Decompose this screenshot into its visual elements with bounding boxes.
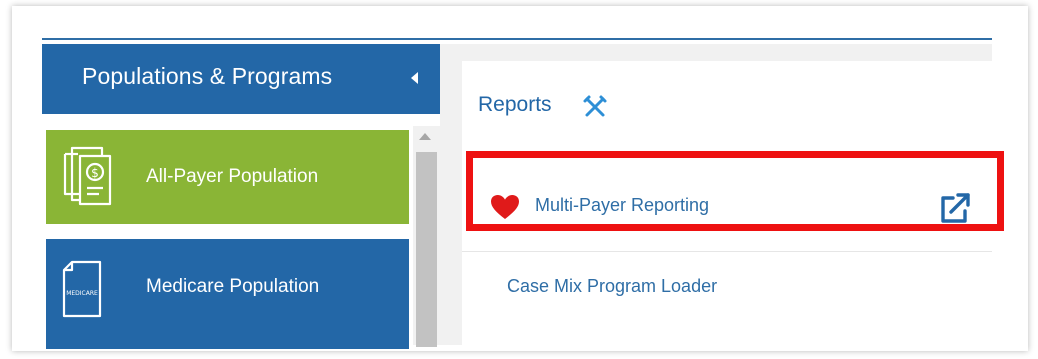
sidebar-item-medicare-population[interactable]: MEDICARE Medicare Population [46,239,409,349]
svg-text:$: $ [91,166,99,180]
reports-card: Reports Multi-Payer Reporting Case Mix P… [462,61,992,345]
report-item-case-mix-program-loader[interactable]: Case Mix Program Loader [462,251,992,339]
reports-title: Reports [478,93,552,116]
reports-panel: Reports Multi-Payer Reporting Case Mix P… [440,44,992,345]
tools-icon[interactable] [582,94,608,125]
scroll-up-arrow-icon[interactable] [419,133,431,140]
sidebar-list: $ All-Payer Population MEDICARE Medicare… [42,114,440,349]
caret-left-icon[interactable] [411,72,418,84]
medicare-card-label: MEDICARE [66,290,98,297]
sidebar-item-label: All-Payer Population [146,166,319,187]
documents-dollar-icon: $ [60,142,116,213]
scrollbar-thumb[interactable] [416,152,437,347]
report-label: Case Mix Program Loader [507,276,718,296]
sidebar-item-label: Medicare Population [146,276,320,297]
report-label: Multi-Payer Reporting [535,195,710,215]
heart-icon[interactable] [490,194,520,225]
sidebar-item-all-payer-population[interactable]: $ All-Payer Population [46,130,409,224]
sidebar-title: Populations & Programs [82,63,333,89]
medicare-card-icon: MEDICARE [60,259,104,324]
sidebar-header: Populations & Programs [42,44,440,114]
top-divider [42,38,992,40]
external-link-icon[interactable] [938,192,972,229]
report-item-multi-payer-reporting[interactable]: Multi-Payer Reporting [462,163,992,251]
sidebar-scrollbar[interactable] [413,126,440,347]
